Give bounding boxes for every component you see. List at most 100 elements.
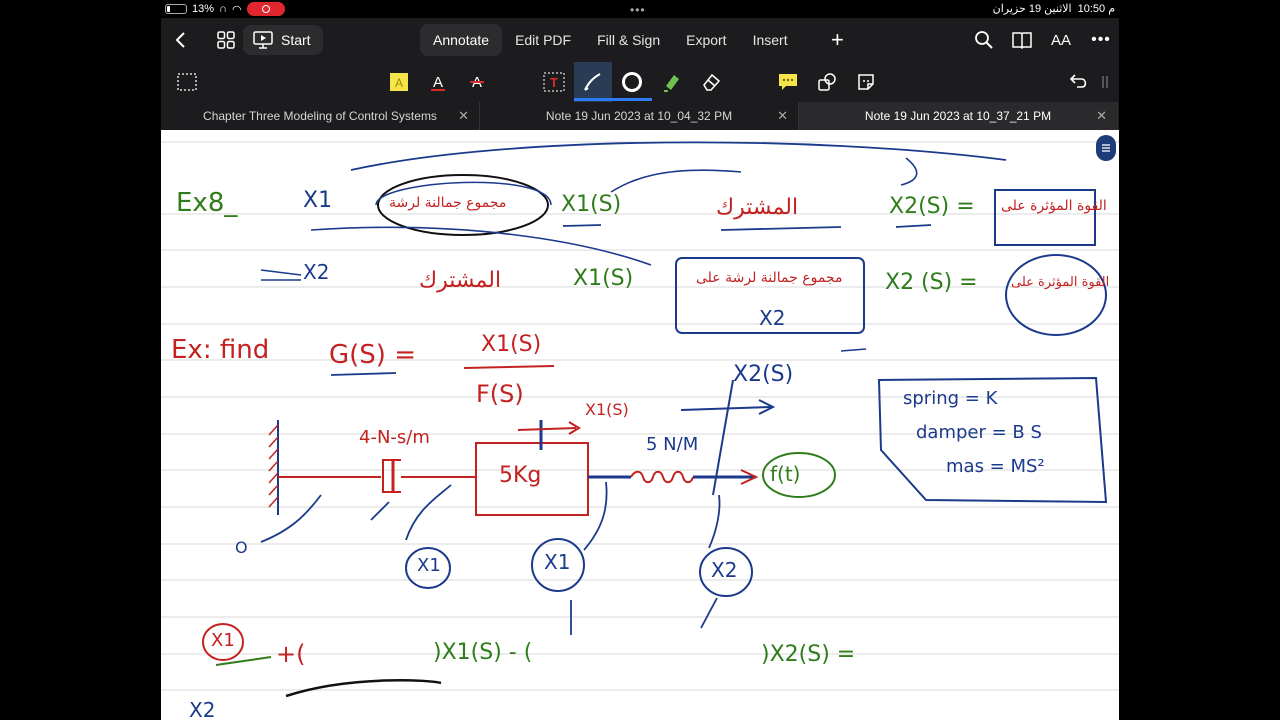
eraser-icon: [703, 73, 721, 91]
selection-rectangle-icon: [177, 73, 197, 91]
lasso-select-tool[interactable]: [174, 69, 200, 95]
tab-insert[interactable]: Insert: [740, 24, 801, 56]
wifi-icon: ◠: [231, 3, 242, 16]
close-icon[interactable]: ✕: [777, 108, 788, 124]
undo-icon: [1069, 74, 1087, 88]
spring-constant: 5 N/M: [646, 434, 699, 455]
undo-button[interactable]: [1066, 69, 1092, 95]
close-icon[interactable]: ✕: [458, 108, 469, 124]
find-label: Ex: find: [171, 335, 270, 365]
ground-reference: O: [235, 538, 248, 557]
add-button[interactable]: +: [831, 27, 844, 52]
back-button[interactable]: [171, 28, 189, 52]
eq2-arabic-force: القوة المؤثرة على: [1011, 275, 1110, 290]
doc-tab-note-1037[interactable]: Note 19 Jun 2023 at 10_37_21 PM ✕: [799, 102, 1118, 130]
more-button[interactable]: •••: [1090, 28, 1112, 52]
drag-handle-icon: [1102, 76, 1108, 88]
sticker-icon: [858, 74, 874, 90]
eq2-arabic-common: المشترك: [419, 268, 502, 293]
plus-icon: +: [831, 27, 844, 52]
status-date: الاثنين 19 حزيران: [992, 3, 1072, 15]
circle-outline-icon: [622, 72, 642, 92]
eq2-arabic-sum: مجموع جمالنة لرشة على: [696, 270, 843, 286]
svg-text:T: T: [550, 75, 558, 90]
pen-tool-underline: [574, 98, 652, 101]
eq1-x1-term: X1: [303, 188, 333, 213]
more-icon: •••: [1091, 31, 1111, 48]
g-of-s: G(S) =: [329, 340, 416, 370]
comment-tool[interactable]: [775, 69, 801, 95]
multitasking-dots-icon[interactable]: •••: [630, 3, 646, 17]
doc-tab-chapter-three[interactable]: Chapter Three Modeling of Control System…: [161, 102, 480, 130]
eq2-x1s: X1(S): [573, 266, 634, 291]
underline-text-icon: A: [431, 74, 445, 91]
legend-mass: mas = MS²: [946, 456, 1045, 477]
sticker-tool[interactable]: [853, 69, 879, 95]
eq1-arabic-sum: مجموع جمالنة لرشة: [389, 195, 507, 211]
toolbar-drag-handle[interactable]: [1097, 69, 1113, 95]
x1s-label: X1(S): [585, 400, 629, 419]
text-size-label: AA: [1050, 31, 1071, 49]
circle-x2: X2: [711, 558, 738, 582]
strikethrough-text-tool[interactable]: A: [464, 69, 490, 95]
close-icon[interactable]: ✕: [1096, 108, 1107, 124]
status-bar: 13% ∩ ◠ ••• الاثنين 19 حزيران 10:50 م: [161, 0, 1119, 18]
legend-damper: damper = B S: [916, 422, 1042, 443]
text-box-icon: T: [543, 72, 565, 92]
menu-lines-icon: [1102, 144, 1110, 152]
legend-spring: spring = K: [903, 388, 998, 409]
tab-edit-pdf[interactable]: Edit PDF: [502, 24, 584, 56]
damper-coefficient: 4-N-s/m: [359, 427, 430, 448]
eraser-tool[interactable]: [698, 69, 724, 95]
search-button[interactable]: [973, 28, 995, 52]
battery-percent: 13%: [192, 3, 215, 15]
force-label: f(t): [770, 462, 801, 486]
page-scroller[interactable]: [1096, 135, 1116, 161]
tab-export[interactable]: Export: [673, 24, 739, 56]
shapes-stamp-tool[interactable]: [814, 69, 840, 95]
eq1-x2s: X2(S) =: [889, 194, 975, 219]
eq1-arabic-common: المشترك: [716, 195, 799, 220]
bottom-plus-paren: +(: [276, 640, 306, 668]
tab-annotate[interactable]: Annotate: [420, 24, 503, 56]
shape-tool[interactable]: [619, 69, 645, 95]
status-left: 13% ∩ ◠: [165, 2, 285, 16]
pen-tool[interactable]: [580, 69, 606, 95]
screen-record-indicator[interactable]: [246, 2, 285, 16]
eq2-x2-term: X2: [303, 260, 330, 284]
mode-tabs: Annotate Edit PDF Fill & Sign Export Ins…: [420, 24, 801, 56]
grid-icon: [217, 31, 235, 49]
thumbnails-button[interactable]: [215, 28, 237, 52]
bottom-x1-circle-label: X1: [211, 630, 235, 651]
highlighter-tool[interactable]: [659, 69, 685, 95]
circle-x1-mass: X1: [544, 550, 571, 574]
highlight-text-tool[interactable]: A: [386, 69, 412, 95]
record-icon: [261, 5, 270, 13]
eq2-box-x2: X2: [759, 306, 786, 330]
chevron-left-icon: [175, 32, 185, 48]
doc-tab-title: Chapter Three Modeling of Control System…: [203, 109, 437, 123]
eq1-x1s: X1(S): [561, 192, 622, 217]
reading-mode-button[interactable]: [1011, 28, 1033, 52]
ipad-screen: 13% ∩ ◠ ••• الاثنين 19 حزيران 10:50 م St…: [161, 0, 1119, 720]
mass-value: 5Kg: [499, 463, 542, 488]
note-canvas[interactable]: Ex8_ X1 مجموع جمالنة لرشة X1(S) المشترك …: [161, 130, 1119, 720]
top-navigation-bar: Start Annotate Edit PDF Fill & Sign Expo…: [161, 18, 1119, 62]
start-presentation-button[interactable]: Start: [243, 25, 323, 55]
underline-text-tool[interactable]: A: [425, 69, 451, 95]
doc-tab-title: Note 19 Jun 2023 at 10_04_32 PM: [545, 109, 733, 123]
g-denominator: F(S): [476, 380, 524, 408]
svg-text:A: A: [395, 76, 403, 90]
eq1-arabic-force: القوة المؤثرة على: [1001, 198, 1107, 214]
eq2-x2s: X2 (S) =: [885, 270, 978, 295]
doc-tab-note-1004[interactable]: Note 19 Jun 2023 at 10_04_32 PM ✕: [480, 102, 799, 130]
status-right: الاثنين 19 حزيران 10:50 م: [993, 2, 1115, 15]
text-box-tool[interactable]: T: [541, 69, 567, 95]
g-numerator: X1(S): [481, 332, 542, 357]
svg-text:A: A: [433, 74, 443, 91]
bottom-x1s: )X1(S) - (: [433, 640, 533, 665]
tab-fill-sign[interactable]: Fill & Sign: [584, 24, 673, 56]
circle-x1-damper: X1: [417, 555, 441, 576]
shapes-icon: [818, 73, 836, 91]
text-size-button[interactable]: AA: [1049, 28, 1073, 52]
